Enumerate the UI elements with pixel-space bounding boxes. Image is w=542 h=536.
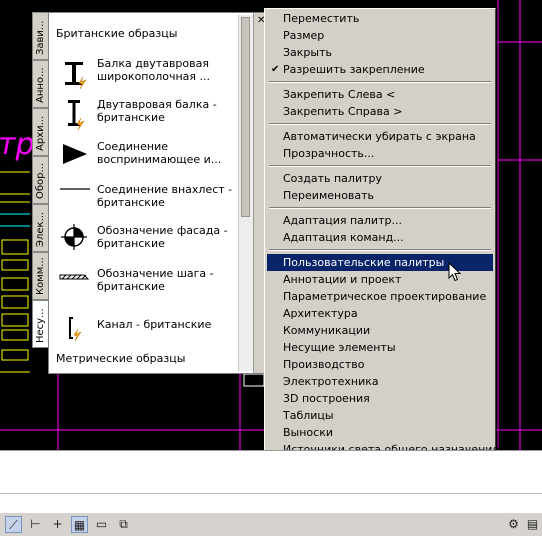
menu-item-label: Создать палитру bbox=[283, 172, 383, 185]
channel-icon bbox=[69, 317, 82, 342]
menu-item-label: Электротехника bbox=[283, 375, 379, 388]
menu-separator bbox=[269, 81, 491, 83]
palette-item-channel[interactable]: Канал - британские bbox=[57, 315, 235, 355]
command-line-area[interactable] bbox=[0, 450, 542, 513]
dynamic-input-icon[interactable]: ⊢ bbox=[27, 516, 44, 533]
menu-item-label: Переименовать bbox=[283, 189, 375, 202]
palette-footer-title: Метрические образцы bbox=[56, 352, 186, 365]
menu-item-label: Закрепить Слева < bbox=[283, 88, 396, 101]
menu-item[interactable]: ✔ Разрешить закрепление bbox=[267, 61, 493, 78]
menu-item-label: Закрыть bbox=[283, 46, 332, 59]
tool-palette[interactable]: Зави... Анно... Архи... Обор... Элек... … bbox=[30, 12, 270, 374]
menu-item[interactable]: Закрепить Справа > bbox=[267, 103, 493, 120]
mouse-cursor-icon bbox=[448, 262, 462, 282]
menu-item[interactable]: Создать палитру bbox=[267, 170, 493, 187]
menu-item-label: Архитектура bbox=[283, 307, 358, 320]
status-bar: ⟋ ⊢ + ▦ ▭ ⧉ ⚙ ▤ bbox=[0, 512, 542, 536]
menu-item[interactable]: Таблицы bbox=[267, 407, 493, 424]
menu-item[interactable]: Закрепить Слева < bbox=[267, 86, 493, 103]
menu-item-label: Производство bbox=[283, 358, 365, 371]
line-connection-icon bbox=[60, 188, 90, 190]
ortho-icon[interactable]: + bbox=[49, 516, 66, 533]
step-hatch-icon bbox=[59, 274, 90, 280]
menu-item-label: Автоматически убирать с экрана bbox=[283, 130, 476, 143]
toolbar-lock-icon[interactable]: ▤ bbox=[524, 516, 541, 533]
menu-item[interactable]: Закрыть bbox=[267, 44, 493, 61]
menu-item[interactable]: Переименовать bbox=[267, 187, 493, 204]
menu-separator bbox=[269, 249, 491, 251]
menu-item[interactable]: Архитектура bbox=[267, 305, 493, 322]
menu-item[interactable]: Выноски bbox=[267, 424, 493, 441]
triangle-connection-icon bbox=[63, 144, 87, 164]
palette-scrollbar[interactable] bbox=[238, 15, 253, 371]
divider bbox=[0, 493, 542, 494]
menu-item[interactable]: Параметрическое проектирование bbox=[267, 288, 493, 305]
menu-separator bbox=[269, 165, 491, 167]
menu-item-label: 3D построения bbox=[283, 392, 370, 405]
menu-separator bbox=[269, 207, 491, 209]
palette-item-lap-connection[interactable]: Соединение внахлест - британские bbox=[57, 183, 235, 223]
menu-item-label: Закрепить Справа > bbox=[283, 105, 403, 118]
transparency-icon[interactable]: ▭ bbox=[93, 516, 110, 533]
menu-item-label: Таблицы bbox=[283, 409, 334, 422]
i-beam-icon bbox=[65, 62, 87, 90]
menu-item-label: Разрешить закрепление bbox=[283, 63, 425, 76]
palette-item-step-mark[interactable]: Обозначение шага - британские bbox=[57, 267, 235, 307]
lineweight-icon[interactable]: ▦ bbox=[71, 516, 88, 533]
menu-item[interactable]: Несущие элементы bbox=[267, 339, 493, 356]
workspace-gear-icon[interactable]: ⚙ bbox=[505, 516, 522, 533]
scrollbar-thumb[interactable] bbox=[241, 17, 250, 217]
menu-item[interactable]: Производство bbox=[267, 356, 493, 373]
menu-item[interactable]: Размер bbox=[267, 27, 493, 44]
menu-item-label: Адаптация палитр... bbox=[283, 214, 402, 227]
selection-cycling-icon[interactable]: ⧉ bbox=[115, 516, 132, 533]
check-icon: ✔ bbox=[271, 64, 280, 75]
palette-content: Британские образцы Балка двутавровая шир… bbox=[48, 12, 270, 374]
menu-item-label: Адаптация команд... bbox=[283, 231, 404, 244]
menu-item-label: Аннотации и проект bbox=[283, 273, 402, 286]
menu-item-label: Прозрачность... bbox=[283, 147, 375, 160]
menu-item[interactable]: Адаптация палитр... bbox=[267, 212, 493, 229]
menu-item[interactable]: Автоматически убирать с экрана bbox=[267, 128, 493, 145]
menu-item[interactable]: Прозрачность... bbox=[267, 145, 493, 162]
menu-item-label: Параметрическое проектирование bbox=[283, 290, 487, 303]
palette-section-title: Британские образцы bbox=[56, 27, 178, 40]
palette-item-bearing-connection[interactable]: Соединение воспринимающее и... bbox=[57, 140, 235, 180]
menu-item-label: Коммуникации bbox=[283, 324, 371, 337]
menu-item[interactable]: Переместить bbox=[267, 10, 493, 27]
menu-item-label: Размер bbox=[283, 29, 325, 42]
palette-item-facade-mark[interactable]: Обозначение фасада - британские bbox=[57, 224, 235, 264]
palette-item-wide-flange-beam[interactable]: Балка двутавровая широкополочная ... bbox=[57, 57, 235, 97]
menu-item-label: Несущие элементы bbox=[283, 341, 396, 354]
dynamic-ucs-icon[interactable]: ⟋ bbox=[5, 516, 22, 533]
menu-separator bbox=[269, 123, 491, 125]
menu-item[interactable]: Электротехника bbox=[267, 373, 493, 390]
menu-item[interactable]: Адаптация команд... bbox=[267, 229, 493, 246]
menu-item[interactable]: Коммуникации bbox=[267, 322, 493, 339]
facade-target-icon bbox=[61, 224, 87, 250]
i-beam-lightning-icon bbox=[68, 100, 85, 131]
menu-item-label: Переместить bbox=[283, 12, 360, 25]
menu-item[interactable]: 3D построения bbox=[267, 390, 493, 407]
palette-item-i-beam[interactable]: Двутавровая балка - британские bbox=[57, 98, 235, 138]
menu-item-label: Выноски bbox=[283, 426, 333, 439]
menu-item-label: Пользовательские палитры bbox=[283, 256, 445, 269]
